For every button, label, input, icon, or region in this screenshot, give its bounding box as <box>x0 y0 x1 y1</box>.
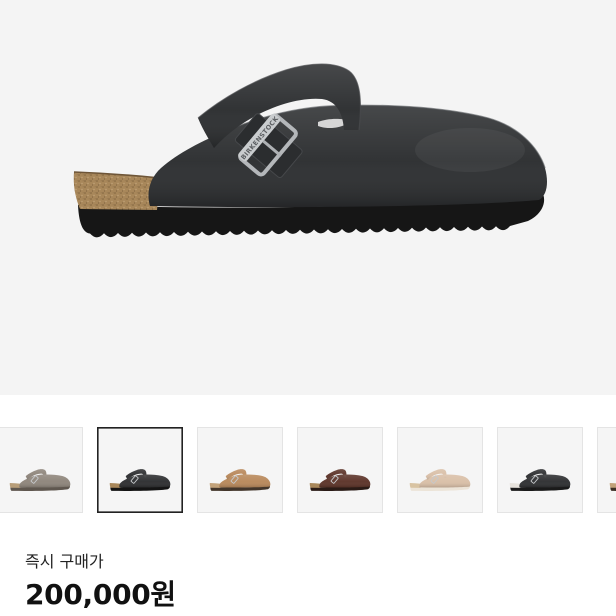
product-photo: BIRKENSTOCK <box>73 63 547 238</box>
instant-buy-price: 200,000원 <box>25 578 176 611</box>
clog-thumbnail-photo <box>109 468 171 492</box>
color-option-thumbnail[interactable] <box>197 427 283 513</box>
cork-footbed <box>73 171 161 210</box>
price-section: 즉시 구매가 200,000원 <box>25 552 176 612</box>
instant-buy-price-label: 즉시 구매가 <box>25 552 104 571</box>
clog-thumbnail-photo <box>409 468 471 492</box>
color-option-thumbnail[interactable] <box>0 427 83 513</box>
clog-thumbnail-photo <box>609 468 616 492</box>
product-image-carousel[interactable]: BIRKENSTOCK <box>0 0 616 395</box>
clog-thumbnail-photo <box>209 468 271 492</box>
clog-thumbnail-photo <box>309 468 371 492</box>
product-detail-screen: BIRKENSTOCK 즉시 구매가 200,000원 <box>0 0 616 616</box>
clog-thumbnail-photo <box>509 468 571 492</box>
color-option-thumbnail[interactable] <box>597 427 616 513</box>
color-option-thumbnail[interactable] <box>397 427 483 513</box>
color-option-thumbnail[interactable] <box>497 427 583 513</box>
color-option-thumbnail[interactable] <box>297 427 383 513</box>
clog-thumbnail-photo <box>9 468 71 492</box>
color-thumbnail-strip[interactable] <box>0 427 616 513</box>
color-option-thumbnail[interactable] <box>97 427 183 513</box>
